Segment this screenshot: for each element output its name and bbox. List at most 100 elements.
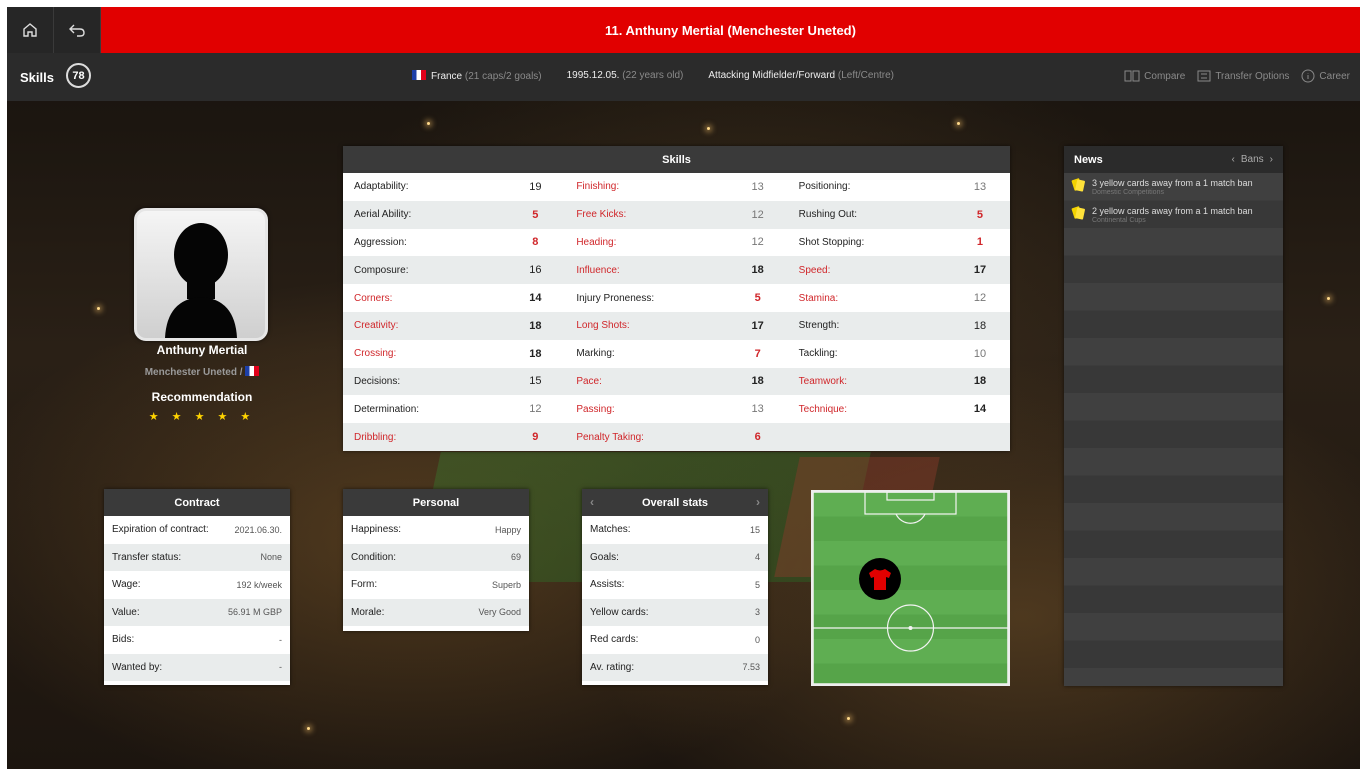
skill-label: Rushing Out:	[798, 209, 858, 221]
transfer-options-button[interactable]: Transfer Options	[1197, 69, 1289, 83]
contract-row: Wage: 192 k/week	[104, 571, 290, 599]
chevron-left-icon[interactable]: ‹	[1232, 154, 1235, 165]
skills-column: Adaptability: 19 Aerial Ability: 5 Aggressio…	[343, 173, 566, 451]
career-button[interactable]: Career	[1301, 69, 1350, 83]
skill-row: Marking: 7	[565, 340, 787, 368]
skill-value: 13	[751, 403, 764, 416]
france-flag-icon	[412, 70, 426, 80]
news-subtext: Domestic Competitions	[1092, 189, 1164, 196]
contract-value: -	[279, 634, 282, 645]
skill-label: Speed:	[798, 264, 831, 276]
skills-column: Finishing: 13 Free Kicks: 12 Heading: 12 Influ…	[565, 173, 788, 451]
skill-label: Free Kicks:	[576, 209, 627, 221]
player-position-marker	[859, 558, 901, 600]
skill-label: Determination:	[354, 403, 420, 415]
transfer-icon	[1197, 70, 1211, 82]
skill-label: Strength:	[798, 320, 840, 332]
skill-row: Injury Proneness: 5	[565, 284, 787, 312]
skill-row: Composure: 16	[343, 256, 566, 285]
skills-panel-title: Skills	[343, 146, 1010, 173]
section-title: Skills	[20, 70, 54, 85]
skill-label: Passing:	[576, 403, 615, 415]
contract-value: None	[260, 552, 282, 563]
skill-value: 12	[529, 403, 542, 416]
skill-row: Technique: 14	[788, 395, 1010, 423]
skill-row: Decisions: 15	[343, 367, 566, 396]
skill-label: Influence:	[576, 264, 620, 276]
skill-value: 18	[529, 319, 542, 332]
pitch-markings	[812, 491, 1009, 685]
overall-label: Red cards:	[590, 634, 639, 646]
contract-label: Value:	[112, 606, 140, 618]
overall-value: 15	[749, 524, 760, 535]
nationality: France (21 caps/2 goals)	[412, 70, 542, 82]
skill-value: 8	[532, 236, 539, 249]
france-flag-icon	[245, 366, 260, 376]
home-button[interactable]	[7, 7, 54, 53]
shirt-icon	[869, 569, 891, 590]
skill-value: 5	[532, 208, 539, 221]
skill-value: 18	[751, 375, 764, 388]
skill-label: Long Shots:	[576, 320, 630, 332]
player-portrait	[134, 208, 268, 341]
overall-row: Av. rating: 7.53	[582, 653, 768, 681]
skill-label: Pace:	[576, 375, 602, 387]
chevron-left-icon[interactable]: ‹	[590, 495, 594, 509]
news-item[interactable]: 2 yellow cards away from a 1 match ban Co…	[1064, 201, 1283, 229]
news-panel: News ‹ Bans › 3 yellow cards away from a…	[1064, 146, 1283, 686]
contract-row: Value: 56.91 M GBP	[104, 598, 290, 626]
skill-label: Aggression:	[354, 236, 407, 248]
chevron-right-icon[interactable]: ›	[1270, 154, 1273, 165]
skill-label: Stamina:	[798, 292, 839, 304]
contract-row: Transfer status: None	[104, 543, 290, 571]
skill-row	[787, 423, 1010, 451]
skill-value: 14	[529, 292, 542, 305]
skill-label: Injury Proneness:	[576, 292, 655, 304]
overall-row: Yellow cards: 3	[582, 598, 768, 626]
compare-icon	[1124, 70, 1140, 82]
contract-row: Wanted by: -	[104, 653, 290, 681]
personal-panel: Personal Happiness: Happy Condition: 69 Form…	[343, 489, 529, 631]
personal-row: Happiness: Happy	[343, 516, 529, 544]
personal-panel-title: Personal	[343, 489, 529, 516]
contract-label: Wanted by:	[112, 661, 163, 673]
overall-value: 4	[754, 552, 760, 563]
skill-label: Technique:	[798, 403, 848, 415]
skill-value: 17	[973, 264, 987, 277]
skill-row: Determination: 12	[343, 395, 565, 423]
chevron-right-icon[interactable]: ›	[756, 495, 760, 509]
compare-button[interactable]: Compare	[1124, 69, 1185, 83]
recommendation-stars: ★ ★ ★ ★ ★	[148, 411, 256, 423]
overall-stats-panel: ‹ Overall stats › Matches: 15 Goals: 4 Assis…	[582, 489, 768, 685]
skill-row: Passing: 13	[565, 395, 787, 423]
birth-date: 1995.12.05. (22 years old)	[566, 70, 684, 81]
skill-label: Dribbling:	[354, 431, 397, 443]
skill-value: 12	[751, 236, 764, 249]
skills-column: Positioning: 13 Rushing Out: 5 Shot Stopping…	[787, 173, 1010, 451]
skill-label: Heading:	[576, 236, 617, 248]
personal-value: Very Good	[478, 607, 521, 618]
skill-value: 18	[751, 264, 764, 277]
personal-label: Happiness:	[351, 524, 402, 536]
skill-value: 16	[529, 264, 542, 277]
skill-row: Aerial Ability: 5	[343, 200, 566, 229]
page-title: 11. Anthuny Mertial (Menchester Uneted)	[101, 7, 1360, 53]
overall-row: Red cards: 0	[582, 626, 768, 654]
info-icon	[1301, 69, 1315, 83]
news-filter: ‹ Bans ›	[1231, 154, 1273, 165]
overall-row: Goals: 4	[582, 543, 768, 571]
skill-label: Aerial Ability:	[354, 209, 412, 221]
skill-row: Tackling: 10	[788, 340, 1010, 368]
personal-value: Superb	[491, 579, 521, 590]
skill-row: Positioning: 13	[788, 173, 1010, 201]
skill-label: Decisions:	[354, 375, 401, 387]
news-item[interactable]: 3 yellow cards away from a 1 match ban Do…	[1064, 173, 1283, 201]
skill-label: Creativity:	[354, 320, 399, 332]
top-bar: 11. Anthuny Mertial (Menchester Uneted)	[7, 7, 1360, 53]
back-button[interactable]	[54, 7, 101, 53]
skill-row: Penalty Taking: 6	[565, 423, 788, 451]
skill-label: Corners:	[354, 292, 393, 304]
player-club: Menchester Uneted /	[112, 366, 292, 378]
personal-row: Form: Superb	[343, 571, 529, 599]
skill-row: Free Kicks: 12	[565, 200, 788, 229]
